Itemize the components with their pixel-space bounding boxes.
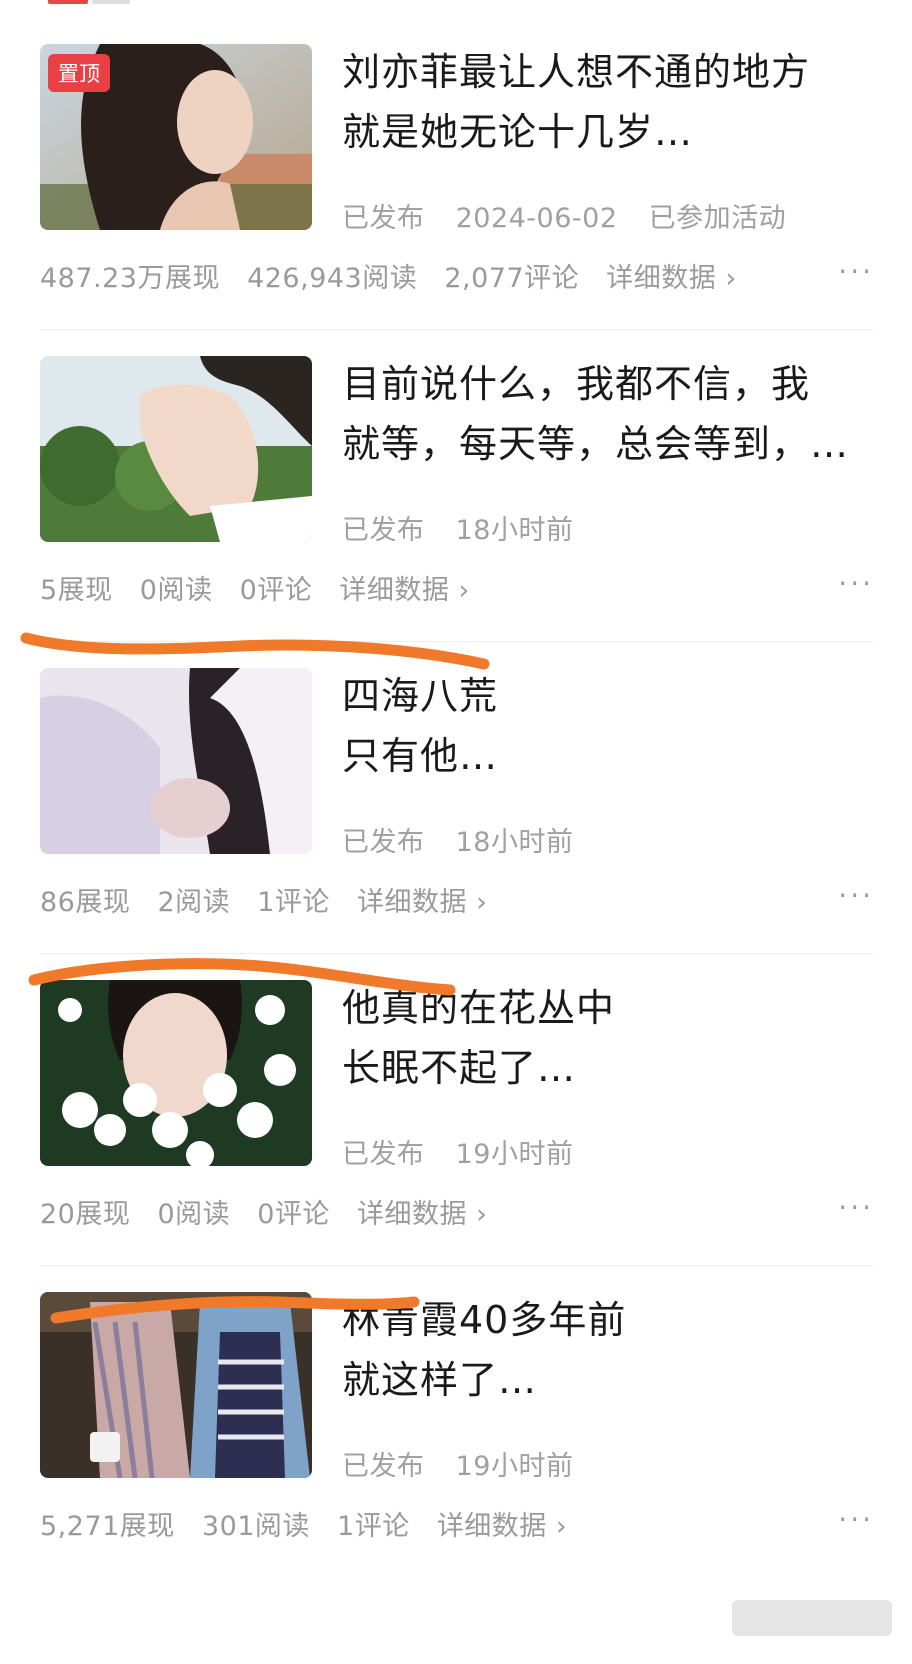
detail-data-link[interactable]: 详细数据 ›: [606, 263, 736, 294]
detail-data-link[interactable]: 详细数据 ›: [437, 1511, 567, 1542]
article-title[interactable]: 他真的在花丛中 长眠不起了…: [342, 978, 882, 1098]
article-stats: 487.23万展现 426,943阅读 2,077评论 详细数据 ›: [40, 256, 755, 295]
comments-count: 0评论: [239, 575, 313, 606]
more-dots-icon[interactable]: ···: [838, 1506, 874, 1534]
more-dots-icon[interactable]: ···: [838, 882, 874, 910]
more-dots-icon[interactable]: ···: [838, 570, 874, 598]
article-item[interactable]: 置顶 刘亦菲最让人想不通的地方 就是她无论十几岁… 已发布 2024-06-02…: [0, 0, 912, 330]
article-title[interactable]: 目前说什么，我都不信，我 就等，每天等，总会等到，…: [342, 354, 882, 474]
chevron-right-icon: ›: [555, 1511, 568, 1542]
publish-time: 19小时前: [455, 1139, 574, 1170]
article-meta: 已发布 19小时前: [342, 1444, 595, 1483]
article-thumbnail[interactable]: [40, 356, 312, 542]
comments-count: 1评论: [257, 887, 330, 918]
activity-label: 已参加活动: [648, 203, 787, 234]
reads-count: 426,943阅读: [247, 263, 418, 294]
impressions-count: 487.23万展现: [40, 263, 220, 294]
article-title[interactable]: 四海八荒 只有他…: [342, 666, 882, 786]
publish-time: 2024-06-02: [455, 203, 618, 234]
chevron-right-icon: ›: [458, 575, 470, 606]
impressions-count: 5展现: [40, 575, 113, 606]
status-label: 已发布: [342, 515, 425, 546]
chevron-right-icon: ›: [476, 1199, 488, 1230]
publish-time: 19小时前: [455, 1451, 574, 1482]
chevron-right-icon: ›: [476, 887, 488, 918]
article-thumbnail[interactable]: 置顶: [40, 44, 312, 230]
article-item[interactable]: 他真的在花丛中 长眠不起了… 已发布 19小时前 20展现 0阅读 0评论 详细…: [0, 936, 912, 1266]
impressions-count: 20展现: [40, 1199, 131, 1230]
publish-time: 18小时前: [455, 827, 574, 858]
article-item[interactable]: 目前说什么，我都不信，我 就等，每天等，总会等到，… 已发布 18小时前 5展现…: [0, 312, 912, 642]
comments-count: 0评论: [257, 1199, 330, 1230]
article-meta: 已发布 18小时前: [342, 508, 595, 547]
reads-count: 2阅读: [157, 887, 231, 918]
detail-data-link[interactable]: 详细数据 ›: [357, 1199, 487, 1230]
article-thumbnail[interactable]: [40, 980, 312, 1166]
chevron-right-icon: ›: [725, 263, 737, 294]
article-title[interactable]: 林青霞40多年前 就这样了…: [342, 1290, 882, 1410]
article-meta: 已发布 18小时前: [342, 820, 595, 859]
more-dots-icon[interactable]: ···: [838, 258, 874, 286]
article-stats: 86展现 2阅读 1评论 详细数据 ›: [40, 880, 505, 919]
more-dots-icon[interactable]: ···: [838, 1194, 874, 1222]
publish-time: 18小时前: [455, 515, 574, 546]
reads-count: 0阅读: [157, 1199, 231, 1230]
status-label: 已发布: [342, 827, 425, 858]
reads-count: 0阅读: [139, 575, 213, 606]
status-label: 已发布: [342, 1139, 425, 1170]
status-label: 已发布: [342, 1451, 425, 1482]
impressions-count: 5,271展现: [40, 1511, 175, 1542]
article-title[interactable]: 刘亦菲最让人想不通的地方 就是她无论十几岁…: [342, 42, 882, 162]
article-item[interactable]: 林青霞40多年前 就这样了… 已发布 19小时前 5,271展现 301阅读 1…: [0, 1248, 912, 1578]
article-thumbnail[interactable]: [40, 668, 312, 854]
article-meta: 已发布 19小时前: [342, 1132, 595, 1171]
article-stats: 5,271展现 301阅读 1评论 详细数据 ›: [40, 1504, 585, 1543]
article-meta: 已发布 2024-06-02 已参加活动: [342, 196, 808, 235]
reads-count: 301阅读: [201, 1511, 310, 1542]
comments-count: 2,077评论: [444, 263, 580, 294]
detail-data-link[interactable]: 详细数据 ›: [357, 887, 487, 918]
pinned-badge: 置顶: [48, 54, 110, 92]
article-stats: 5展现 0阅读 0评论 详细数据 ›: [40, 568, 488, 607]
article-thumbnail[interactable]: [40, 1292, 312, 1478]
comments-count: 1评论: [337, 1511, 410, 1542]
article-stats: 20展现 0阅读 0评论 详细数据 ›: [40, 1192, 505, 1231]
watermark: [732, 1600, 892, 1636]
status-label: 已发布: [342, 203, 425, 234]
impressions-count: 86展现: [40, 887, 131, 918]
detail-data-link[interactable]: 详细数据 ›: [339, 575, 469, 606]
article-item[interactable]: 四海八荒 只有他… 已发布 18小时前 86展现 2阅读 1评论 详细数据 › …: [0, 624, 912, 954]
